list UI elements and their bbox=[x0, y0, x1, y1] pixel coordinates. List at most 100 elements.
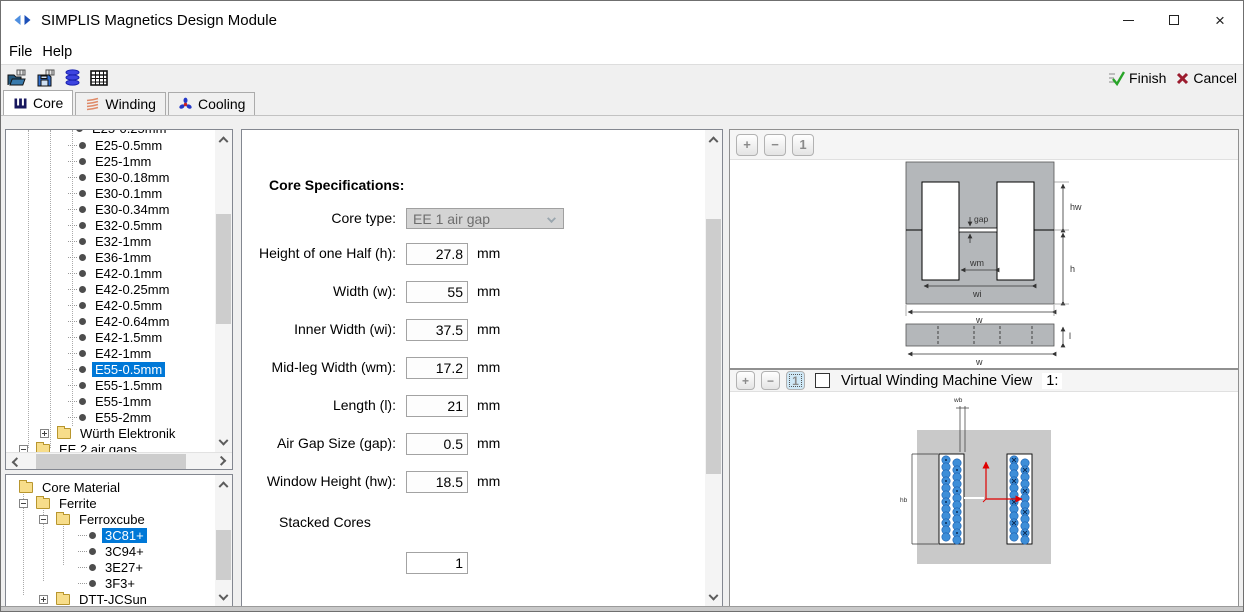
zoom-actual-button[interactable]: 1 bbox=[786, 371, 805, 390]
spec-input[interactable] bbox=[406, 243, 468, 265]
tab-core[interactable]: Core bbox=[3, 90, 73, 115]
spec-unit: mm bbox=[477, 243, 500, 261]
tree-item[interactable]: E30-0.1mm bbox=[6, 185, 214, 201]
winding-view-index[interactable]: 1: bbox=[1042, 373, 1062, 389]
tree-item[interactable]: E25-1mm bbox=[6, 153, 214, 169]
tab-divider bbox=[1, 115, 1243, 116]
tree-item[interactable]: 3C81+ bbox=[6, 527, 214, 543]
tree-item[interactable]: E42-0.1mm bbox=[6, 265, 214, 281]
core-view-panel: + − 1 hw h gap bbox=[729, 129, 1239, 369]
tree-item[interactable]: 3E27+ bbox=[6, 559, 214, 575]
spec-input[interactable] bbox=[406, 357, 468, 379]
horizontal-scrollbar[interactable] bbox=[6, 452, 232, 469]
open-project-button[interactable] bbox=[7, 69, 27, 87]
tree-folder-wurth[interactable]: Würth Elektronik bbox=[6, 425, 178, 441]
save-button[interactable] bbox=[36, 69, 55, 87]
zoom-actual-button[interactable]: 1 bbox=[792, 134, 814, 156]
collapse-icon[interactable] bbox=[19, 499, 28, 508]
finish-label: Finish bbox=[1129, 70, 1166, 86]
menu-bar: File Help bbox=[1, 39, 1243, 64]
bullet-icon bbox=[89, 580, 96, 587]
tree-item[interactable]: E42-1.5mm bbox=[6, 329, 214, 345]
tree-folder-ferroxcube[interactable]: Ferroxcube bbox=[6, 511, 148, 527]
core-view-toolbar: + − 1 bbox=[730, 130, 1238, 160]
tree-item[interactable]: E32-0.5mm bbox=[6, 217, 214, 233]
spec-input[interactable] bbox=[406, 395, 468, 417]
scroll-thumb[interactable] bbox=[216, 214, 231, 324]
spec-input[interactable] bbox=[406, 433, 468, 455]
vertical-scrollbar[interactable] bbox=[215, 130, 232, 452]
scroll-up-icon[interactable] bbox=[709, 136, 719, 146]
stacked-cores-input[interactable] bbox=[406, 552, 468, 574]
bullet-icon bbox=[79, 302, 86, 309]
spec-row: Length (l): mm bbox=[242, 395, 704, 433]
tree-item[interactable]: 3F3+ bbox=[6, 575, 214, 591]
tree-folder-ferrite[interactable]: Ferrite bbox=[6, 495, 100, 511]
svg-text:wb: wb bbox=[953, 397, 963, 404]
cancel-button[interactable]: Cancel bbox=[1176, 70, 1237, 86]
expand-icon[interactable] bbox=[40, 429, 49, 438]
tree-item[interactable]: E42-0.5mm bbox=[6, 297, 214, 313]
collapse-icon[interactable] bbox=[39, 515, 48, 524]
spec-input[interactable] bbox=[406, 319, 468, 341]
tree-item[interactable]: E55-1.5mm bbox=[6, 377, 214, 393]
zoom-out-button[interactable]: − bbox=[764, 134, 786, 156]
tree-item-clipped[interactable]: E25-0.25mm bbox=[76, 129, 169, 136]
maximize-button[interactable] bbox=[1151, 1, 1197, 39]
scroll-up-icon[interactable] bbox=[219, 136, 229, 146]
spec-unit: mm bbox=[477, 395, 500, 413]
vertical-scrollbar[interactable] bbox=[215, 475, 232, 607]
menu-help[interactable]: Help bbox=[42, 42, 80, 62]
scroll-up-icon[interactable] bbox=[219, 481, 229, 491]
scroll-right-icon[interactable] bbox=[216, 456, 226, 466]
parameter-table-button[interactable] bbox=[90, 70, 108, 86]
scroll-left-icon[interactable] bbox=[12, 457, 22, 467]
spec-unit: mm bbox=[477, 471, 500, 489]
spec-input[interactable] bbox=[406, 471, 468, 493]
zoom-out-button[interactable]: − bbox=[761, 371, 780, 390]
spec-row: Width (w): mm bbox=[242, 281, 704, 319]
tree-item[interactable]: E30-0.34mm bbox=[6, 201, 214, 217]
tree-item[interactable]: 3C94+ bbox=[6, 543, 214, 559]
vertical-scrollbar[interactable] bbox=[705, 130, 722, 607]
tree-item[interactable]: E25-0.5mm bbox=[6, 137, 214, 153]
scroll-down-icon[interactable] bbox=[219, 436, 229, 446]
tree-item[interactable]: E55-0.5mm bbox=[6, 361, 214, 377]
zoom-in-button[interactable]: + bbox=[736, 371, 755, 390]
tree-item[interactable]: E42-1mm bbox=[6, 345, 214, 361]
menu-file[interactable]: File bbox=[9, 42, 40, 62]
core-database-button[interactable] bbox=[64, 69, 81, 86]
bullet-icon bbox=[79, 382, 86, 389]
close-button[interactable]: × bbox=[1197, 1, 1243, 39]
bullet-icon bbox=[79, 398, 86, 405]
tree-item[interactable]: E55-2mm bbox=[6, 409, 214, 425]
folder-icon bbox=[57, 428, 71, 439]
tree-root-core-material[interactable]: Core Material bbox=[6, 479, 123, 495]
winding-icon bbox=[85, 97, 100, 111]
spec-label: Window Height (hw): bbox=[250, 471, 396, 489]
tree-folder-dtt[interactable]: DTT-JCSun bbox=[6, 591, 150, 607]
tree-item[interactable]: E42-0.64mm bbox=[6, 313, 214, 329]
minimize-button[interactable] bbox=[1105, 1, 1151, 39]
tab-cooling[interactable]: Cooling bbox=[168, 92, 255, 115]
zoom-in-button[interactable]: + bbox=[736, 134, 758, 156]
core-type-dropdown[interactable]: EE 1 air gap bbox=[406, 208, 564, 229]
scroll-thumb[interactable] bbox=[216, 530, 231, 580]
spec-input[interactable] bbox=[406, 281, 468, 303]
winding-view-checkbox[interactable] bbox=[815, 373, 830, 388]
bullet-icon bbox=[76, 129, 83, 132]
tree-item[interactable]: E36-1mm bbox=[6, 249, 214, 265]
scroll-down-icon[interactable] bbox=[219, 591, 229, 601]
scroll-thumb[interactable] bbox=[36, 454, 186, 469]
tree-item[interactable]: E30-0.18mm bbox=[6, 169, 214, 185]
bullet-icon bbox=[79, 350, 86, 357]
finish-button[interactable]: Finish bbox=[1109, 70, 1166, 86]
tree-item[interactable]: E42-0.25mm bbox=[6, 281, 214, 297]
app-icon bbox=[13, 14, 32, 26]
tree-item[interactable]: E32-1mm bbox=[6, 233, 214, 249]
scroll-down-icon[interactable] bbox=[709, 591, 719, 601]
tab-winding[interactable]: Winding bbox=[75, 92, 166, 115]
expand-icon[interactable] bbox=[39, 595, 48, 604]
tree-item[interactable]: E55-1mm bbox=[6, 393, 214, 409]
scroll-thumb[interactable] bbox=[706, 219, 721, 474]
